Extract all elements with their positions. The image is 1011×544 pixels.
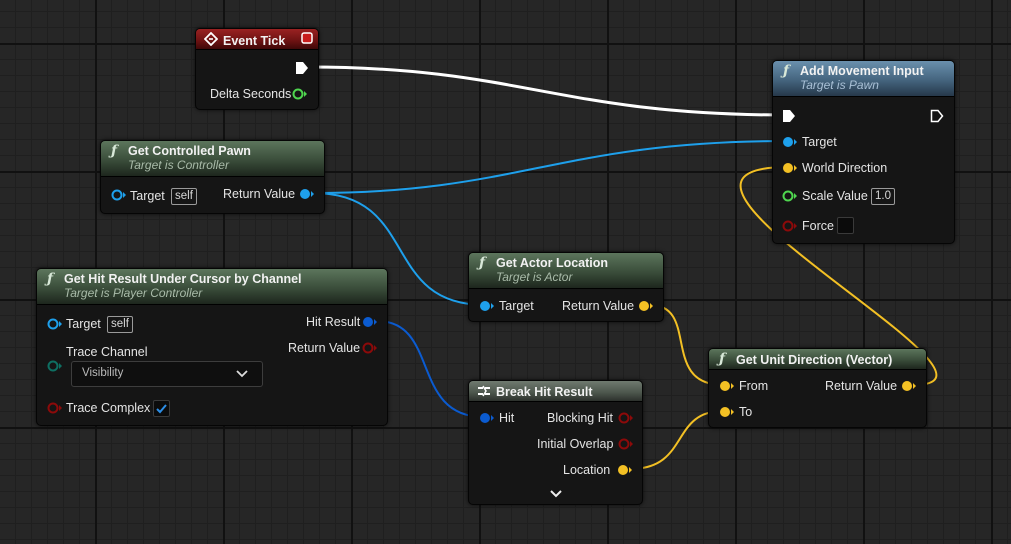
break-hit-result-title: Break Hit Result xyxy=(496,385,593,399)
expand-chevron-icon[interactable] xyxy=(550,489,562,499)
hitresult-out-pin-icon[interactable] xyxy=(361,315,379,329)
add-movement-input-subtitle: Target is Pawn xyxy=(800,78,879,92)
initial-overlap-label: Initial Overlap xyxy=(537,437,614,451)
vector-out-pin-icon[interactable] xyxy=(637,299,655,313)
self-default-field[interactable]: self xyxy=(107,316,133,333)
event-tick-node[interactable]: Event Tick Delta Seconds xyxy=(195,28,319,110)
break-hit-result-node[interactable]: Break Hit Result Hit Blocking Hit Initia… xyxy=(468,380,643,505)
break-struct-icon xyxy=(478,385,490,397)
object-in-pin-icon[interactable] xyxy=(47,317,63,331)
get-hit-result-title: Get Hit Result Under Cursor by Channel xyxy=(64,272,302,286)
bool-in-pin-icon[interactable] xyxy=(781,219,799,233)
pawn-to-target-wire xyxy=(312,140,788,194)
vector-in-pin-icon[interactable] xyxy=(781,161,799,175)
bool-in-pin-icon[interactable] xyxy=(47,401,63,415)
get-actor-location-node[interactable]: ƒ Get Actor Location Target is Actor Tar… xyxy=(468,252,664,322)
hit-result-label: Hit Result xyxy=(306,315,361,329)
bool-out-pin-icon[interactable] xyxy=(617,437,635,451)
event-tick-title: Event Tick xyxy=(223,34,286,48)
function-icon: ƒ xyxy=(783,63,790,79)
location-label: Location xyxy=(563,463,611,477)
force-checkbox[interactable] xyxy=(837,217,854,234)
function-icon: ƒ xyxy=(47,271,54,287)
float-out-pin-icon[interactable] xyxy=(292,87,308,101)
from-label: From xyxy=(739,379,769,393)
chevron-down-icon xyxy=(236,370,248,378)
float-in-pin-icon[interactable] xyxy=(781,189,799,203)
vector-in-pin-icon[interactable] xyxy=(718,379,736,393)
exec-out-pin-icon[interactable] xyxy=(930,109,944,123)
object-in-pin-icon[interactable] xyxy=(478,299,496,313)
trace-complex-checkbox[interactable] xyxy=(153,400,170,417)
return-value-label: Return Value xyxy=(288,341,361,355)
checkmark-icon xyxy=(156,404,167,414)
scale-value-label: Scale Value xyxy=(802,189,868,203)
get-controlled-pawn-title: Get Controlled Pawn xyxy=(128,144,251,158)
hitresult-in-pin-icon[interactable] xyxy=(478,411,496,425)
force-label: Force xyxy=(802,219,834,233)
get-actor-location-title: Get Actor Location xyxy=(496,256,609,270)
add-movement-input-node[interactable]: ƒ Add Movement Input Target is Pawn Targ… xyxy=(772,60,955,244)
bool-out-pin-icon[interactable] xyxy=(617,411,635,425)
scale-value-field[interactable]: 1.0 xyxy=(871,188,895,205)
function-icon: ƒ xyxy=(479,255,486,271)
blocking-hit-label: Blocking Hit xyxy=(547,411,613,425)
get-actor-location-subtitle: Target is Actor xyxy=(496,270,573,284)
vector-out-pin-icon[interactable] xyxy=(900,379,918,393)
object-out-pin-icon[interactable] xyxy=(298,187,316,201)
exec-in-pin-icon[interactable] xyxy=(782,109,796,123)
delta-seconds-label: Delta Seconds xyxy=(210,87,292,101)
exec-out-pin-icon[interactable] xyxy=(295,61,309,75)
return-value-label: Return Value xyxy=(223,187,296,201)
event-tick-header[interactable]: Event Tick xyxy=(196,29,318,50)
get-hit-result-header[interactable]: ƒ Get Hit Result Under Cursor by Channel… xyxy=(37,269,387,305)
trace-channel-dropdown[interactable]: Visibility xyxy=(71,361,263,387)
vector-out-pin-icon[interactable] xyxy=(616,463,634,477)
get-unit-direction-header[interactable]: ƒ Get Unit Direction (Vector) xyxy=(709,349,926,370)
return-value-label: Return Value xyxy=(825,379,898,393)
event-stop-icon xyxy=(301,32,313,44)
target-label: Target xyxy=(499,299,534,313)
hit-label: Hit xyxy=(499,411,515,425)
byte-in-pin-icon[interactable] xyxy=(47,359,63,373)
get-actor-location-header[interactable]: ƒ Get Actor Location Target is Actor xyxy=(469,253,663,289)
get-controlled-pawn-node[interactable]: ƒ Get Controlled Pawn Target is Controll… xyxy=(100,140,325,214)
target-label: Target xyxy=(66,317,101,331)
exec-wire xyxy=(306,65,788,117)
function-icon: ƒ xyxy=(719,351,726,367)
trace-channel-value: Visibility xyxy=(82,367,124,379)
get-hit-result-subtitle: Target is Player Controller xyxy=(64,286,203,300)
self-default-field[interactable]: self xyxy=(171,188,197,205)
break-hit-result-header[interactable]: Break Hit Result xyxy=(469,381,642,402)
bool-out-pin-icon[interactable] xyxy=(361,341,379,355)
trace-channel-label: Trace Channel xyxy=(66,345,148,359)
vector-in-pin-icon[interactable] xyxy=(718,405,736,419)
get-unit-direction-title: Get Unit Direction (Vector) xyxy=(736,353,893,367)
get-hit-result-node[interactable]: ƒ Get Hit Result Under Cursor by Channel… xyxy=(36,268,388,426)
to-label: To xyxy=(739,405,753,419)
event-diamond-icon xyxy=(204,32,218,46)
add-movement-input-header[interactable]: ƒ Add Movement Input Target is Pawn xyxy=(773,61,954,97)
get-unit-direction-node[interactable]: ƒ Get Unit Direction (Vector) From Retur… xyxy=(708,348,927,428)
target-label: Target xyxy=(802,135,837,149)
return-value-label: Return Value xyxy=(562,299,635,313)
get-controlled-pawn-header[interactable]: ƒ Get Controlled Pawn Target is Controll… xyxy=(101,141,324,177)
target-label: Target xyxy=(130,189,165,203)
add-movement-input-title: Add Movement Input xyxy=(800,64,924,78)
object-in-pin-icon[interactable] xyxy=(781,135,799,149)
object-in-pin-icon[interactable] xyxy=(111,188,127,202)
trace-complex-label: Trace Complex xyxy=(66,401,151,415)
function-icon: ƒ xyxy=(111,143,118,159)
get-controlled-pawn-subtitle: Target is Controller xyxy=(128,158,229,172)
world-direction-label: World Direction xyxy=(802,161,888,175)
